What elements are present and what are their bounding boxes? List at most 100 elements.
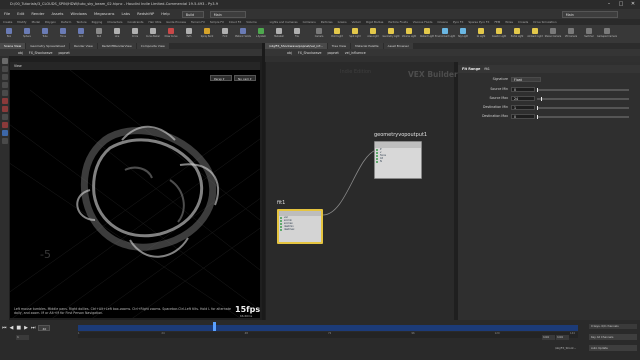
param-value-field[interactable]: 0	[511, 114, 535, 119]
fit-node[interactable]: val srcmin srcmax destmin destmax	[277, 209, 323, 244]
jump-end-icon[interactable]: ⏭	[31, 325, 36, 331]
shelf-tool[interactable]: Stereo Camera	[545, 25, 561, 43]
param-slider[interactable]	[537, 97, 629, 101]
render-region-icon[interactable]	[1, 122, 8, 128]
node-name-field[interactable]: fit1	[484, 67, 490, 71]
param-value-field[interactable]: 1	[511, 105, 535, 110]
step-back-icon[interactable]: ◀	[10, 325, 14, 331]
crumb-popnet[interactable]: popnet	[327, 51, 338, 55]
param-value-field[interactable]: 0	[511, 87, 535, 92]
start-frame-field[interactable]: 1	[16, 335, 29, 340]
shelf-tool[interactable]: Camera	[312, 25, 326, 43]
shelf-tool[interactable]: Platonic Solids	[235, 25, 251, 43]
magnet-icon[interactable]	[1, 130, 8, 136]
shelf-tool[interactable]: Spot Light	[348, 25, 362, 43]
param-slider[interactable]	[537, 115, 629, 119]
crumb-vel-influence[interactable]: vel_influence	[345, 51, 366, 55]
shelf-tool[interactable]: Area Light	[366, 25, 380, 43]
rotate-tool-icon[interactable]	[1, 74, 8, 80]
shelf-tool[interactable]: Grid	[74, 25, 88, 43]
shelf-tool[interactable]: Font	[218, 25, 232, 43]
param-slider[interactable]	[537, 106, 629, 110]
node-port[interactable]: N	[375, 160, 421, 163]
menu-edit[interactable]: Edit	[17, 9, 24, 19]
snap-tool-icon[interactable]	[1, 114, 8, 120]
shelf-tool[interactable]: Line	[110, 25, 124, 43]
search-dropdown[interactable]: Main	[561, 10, 618, 18]
shelf-tool[interactable]: Gamepad Camera	[597, 25, 617, 43]
shelf-tool[interactable]: File	[290, 25, 304, 43]
crumb-obj[interactable]: obj	[18, 51, 23, 55]
desktop-dropdown[interactable]: Main	[209, 10, 246, 18]
param-value-field[interactable]: 24	[511, 96, 535, 101]
shelf-tool[interactable]: Tube	[38, 25, 52, 43]
move-tool-icon[interactable]	[1, 66, 8, 72]
signature-dropdown[interactable]: Float	[511, 77, 541, 82]
slider-knob[interactable]	[540, 97, 542, 101]
maximize-button[interactable]: □	[615, 1, 627, 8]
shelf-tool[interactable]: Ambient Light	[527, 25, 543, 43]
shelf-tool[interactable]: Caustic Light	[492, 25, 506, 43]
close-button[interactable]: ✕	[627, 1, 639, 8]
shelf-tool[interactable]: Circle	[128, 25, 142, 43]
menu-labs[interactable]: Labs	[121, 9, 130, 19]
handle-tool-icon[interactable]	[1, 98, 8, 104]
param-slider[interactable]	[537, 88, 629, 92]
menu-redshift[interactable]: RedshiftP	[137, 9, 154, 19]
shelf-tool[interactable]: Spray Paint	[200, 25, 214, 43]
shelf-tool[interactable]: Volume Light	[402, 25, 416, 43]
jump-start-icon[interactable]: ⏮	[2, 325, 7, 331]
end-frame-field[interactable]: 144	[542, 335, 555, 340]
shelf-tool[interactable]: Geometry Light	[382, 25, 400, 43]
shelf-tool[interactable]: Torus	[56, 25, 70, 43]
crumb-fx-shockwave[interactable]: FX_Shockwave	[298, 51, 322, 55]
shelf-tool[interactable]: Metaball	[272, 25, 286, 43]
scene-viewport[interactable]: View Persp ▾ No cam ▾ -5	[10, 62, 260, 318]
minimize-button[interactable]: –	[603, 1, 615, 8]
playhead[interactable]	[213, 322, 216, 331]
shelf-tool[interactable]: Point Light	[330, 25, 344, 43]
output-node[interactable]: P v force Cd N	[374, 141, 422, 179]
slider-knob[interactable]	[537, 115, 538, 119]
scale-tool-icon[interactable]	[1, 82, 8, 88]
menu-windows[interactable]: Windows	[70, 9, 86, 19]
shelf-tool[interactable]: Switcher	[582, 25, 596, 43]
node-port[interactable]: destmax	[279, 228, 321, 231]
stop-icon[interactable]: ■	[16, 325, 21, 331]
menu-help[interactable]: Help	[161, 9, 169, 19]
shelf-tool[interactable]: Sphere	[20, 25, 34, 43]
crumb-fx-shockwave[interactable]: FX_Shockwave	[29, 51, 53, 55]
shelf-tool[interactable]: Distant Light	[420, 25, 434, 43]
shelf-tool[interactable]: Null	[92, 25, 106, 43]
pose-tool-icon[interactable]	[1, 90, 8, 96]
menu-assets[interactable]: Assets	[51, 9, 63, 19]
shelf-tool[interactable]: Sky Light	[456, 25, 470, 43]
shelf-tool[interactable]: Portal Light	[510, 25, 524, 43]
shelf-tool[interactable]: Environment Light	[435, 25, 455, 43]
shelf-tool[interactable]: GI Light	[474, 25, 488, 43]
crumb-obj[interactable]: obj	[287, 51, 292, 55]
current-frame-field[interactable]: 40	[38, 324, 51, 331]
display-options-icon[interactable]	[1, 138, 8, 144]
shelf-tool[interactable]: Curve Bezier	[146, 25, 160, 43]
view-tool-icon[interactable]	[1, 106, 8, 112]
menu-megascans[interactable]: Megascans	[94, 9, 115, 19]
shelf-tool[interactable]: Draw Curve	[164, 25, 178, 43]
crumb-popnet[interactable]: popnet	[58, 51, 69, 55]
slider-knob[interactable]	[537, 88, 538, 92]
shelf-tool[interactable]: Box	[2, 25, 16, 43]
shelf-tool[interactable]: L-System	[254, 25, 268, 43]
key-all-channels-button[interactable]: Key All Channels	[589, 334, 637, 340]
menu-file[interactable]: File	[4, 9, 10, 19]
shelf-tool[interactable]: VR Camera	[564, 25, 578, 43]
timeline-scrubber[interactable]	[78, 325, 578, 331]
menu-render[interactable]: Render	[31, 9, 44, 19]
select-tool-icon[interactable]	[1, 58, 8, 64]
shelf-tool[interactable]: Path	[182, 25, 196, 43]
pane-splitter[interactable]	[262, 43, 265, 320]
build-dropdown[interactable]: Build	[181, 10, 204, 18]
end-frame-field-2[interactable]: 144	[556, 335, 569, 340]
slider-knob[interactable]	[537, 106, 538, 110]
auto-update-dropdown[interactable]: Auto Update	[589, 345, 637, 351]
play-icon[interactable]: ▶	[24, 325, 28, 331]
